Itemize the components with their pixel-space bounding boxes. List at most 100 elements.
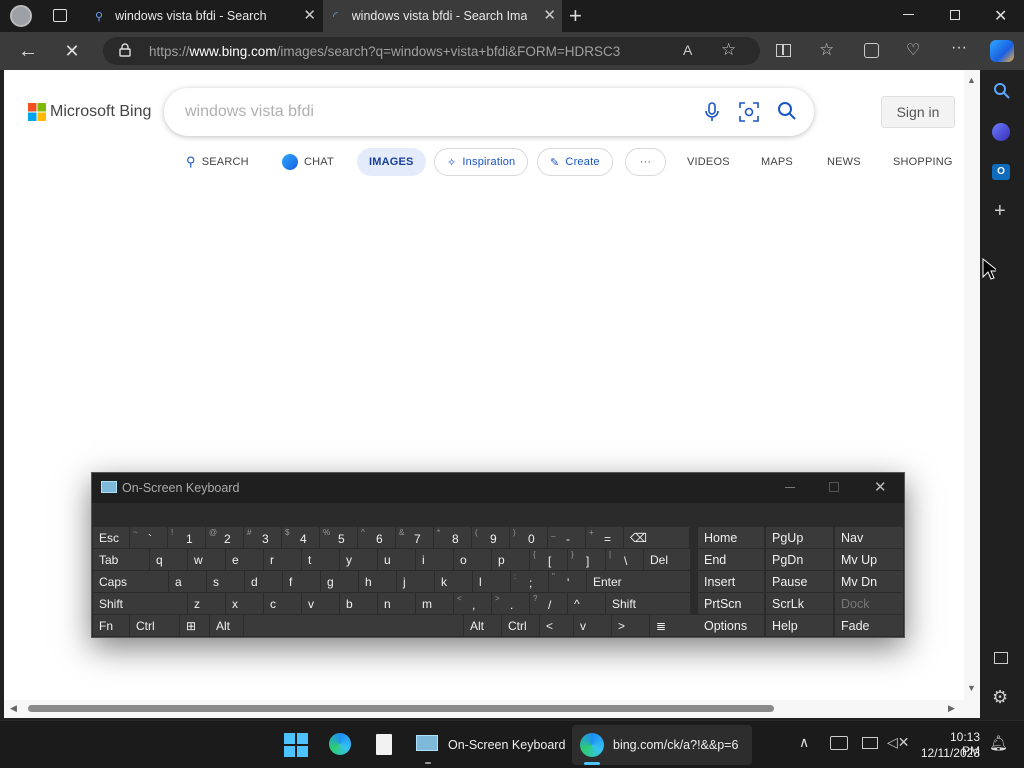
browser-essentials-icon[interactable]: ♡ bbox=[906, 40, 920, 60]
osk-key[interactable]: ^ bbox=[568, 593, 605, 614]
windows-start-icon[interactable] bbox=[284, 733, 308, 762]
osk-key[interactable]: Enter bbox=[587, 571, 690, 592]
osk-key[interactable]: ) 0 bbox=[510, 527, 547, 548]
tab-images[interactable]: ◜ windows vista bfdi - Search Imag ✕ bbox=[323, 0, 562, 32]
osk-key[interactable]: ~ ` bbox=[130, 527, 167, 548]
more-button[interactable]: ··· bbox=[625, 148, 666, 176]
osk-key[interactable]: $4 bbox=[282, 527, 319, 548]
tab-search[interactable]: ⚲ windows vista bfdi - Search ✕ bbox=[85, 0, 322, 32]
osk-key[interactable]: " ' bbox=[549, 571, 586, 592]
osk-close-icon[interactable]: ✕ bbox=[874, 478, 887, 496]
osk-key[interactable]: m bbox=[416, 593, 453, 614]
search-input[interactable]: windows vista bfdi bbox=[185, 103, 314, 121]
tab-videos[interactable]: VIDEOS bbox=[687, 148, 730, 176]
scroll-up-icon[interactable]: ▲ bbox=[967, 75, 976, 85]
osk-title-bar[interactable]: On-Screen Keyboard ✕ bbox=[92, 473, 904, 503]
osk-key[interactable]: Esc bbox=[93, 527, 129, 548]
osk-nav-key[interactable]: PrtScn bbox=[698, 593, 764, 614]
osk-key[interactable]: ⊞ bbox=[180, 615, 209, 636]
microphone-icon[interactable] bbox=[705, 102, 719, 127]
tab-images[interactable]: IMAGES bbox=[357, 148, 426, 176]
osk-key[interactable]: x bbox=[226, 593, 263, 614]
osk-key[interactable]: o bbox=[454, 549, 491, 570]
split-screen-icon[interactable] bbox=[776, 44, 791, 57]
scroll-down-icon[interactable]: ▼ bbox=[967, 683, 976, 693]
search-icon[interactable] bbox=[993, 82, 1011, 105]
osk-nav-key[interactable]: End bbox=[698, 549, 764, 570]
tab-shopping[interactable]: SHOPPING bbox=[893, 148, 953, 176]
osk-key[interactable]: t bbox=[302, 549, 339, 570]
osk-key[interactable]: ? / bbox=[530, 593, 567, 614]
sign-in-button[interactable]: Sign in bbox=[881, 96, 955, 128]
osk-nav-key[interactable]: ScrLk bbox=[766, 593, 833, 614]
horizontal-scrollbar[interactable]: ◀ ▶ bbox=[4, 700, 964, 718]
tab-chat[interactable]: CHAT bbox=[282, 148, 334, 176]
more-options-icon[interactable]: ··· bbox=[951, 39, 967, 57]
collections-icon[interactable] bbox=[864, 43, 879, 58]
osk-key[interactable]: p bbox=[492, 549, 529, 570]
show-hidden-icons-icon[interactable]: ∧ bbox=[799, 734, 809, 751]
outlook-icon[interactable]: O bbox=[992, 164, 1010, 180]
display-icon[interactable] bbox=[862, 737, 878, 749]
clock-date[interactable]: 12/11/2023 bbox=[918, 746, 980, 760]
osk-key[interactable] bbox=[244, 615, 463, 636]
osk-minimize-icon[interactable] bbox=[785, 487, 795, 488]
tab-actions-icon[interactable] bbox=[53, 9, 67, 22]
osk-key[interactable]: > bbox=[612, 615, 649, 636]
osk-key[interactable]: }] bbox=[568, 549, 605, 570]
osk-key[interactable]: (9 bbox=[472, 527, 509, 548]
osk-nav-key[interactable]: Pause bbox=[766, 571, 833, 592]
osk-key[interactable]: Fn bbox=[93, 615, 129, 636]
osk-key[interactable]: g bbox=[321, 571, 358, 592]
edge-preview-icon[interactable] bbox=[329, 733, 351, 755]
favorite-star-icon[interactable]: ☆ bbox=[721, 40, 736, 60]
osk-nav-key[interactable]: PgDn bbox=[766, 549, 833, 570]
tab-search[interactable]: ⚲ SEARCH bbox=[186, 148, 249, 176]
osk-key[interactable]: c bbox=[264, 593, 301, 614]
close-tab-icon[interactable]: ✕ bbox=[303, 8, 316, 23]
favorites-icon[interactable]: ☆ bbox=[819, 40, 834, 60]
osk-key[interactable]: Alt bbox=[210, 615, 243, 636]
restore-icon[interactable] bbox=[950, 10, 960, 20]
osk-key[interactable]: #3 bbox=[244, 527, 281, 548]
osk-key[interactable]: Alt bbox=[464, 615, 501, 636]
osk-key[interactable]: ⌫ bbox=[624, 527, 689, 548]
osk-key[interactable]: v bbox=[302, 593, 339, 614]
osk-key[interactable]: % 5 bbox=[320, 527, 357, 548]
add-icon[interactable]: + bbox=[994, 200, 1006, 223]
osk-key[interactable]: z bbox=[188, 593, 225, 614]
osk-key[interactable]: & 7 bbox=[396, 527, 433, 548]
osk-key[interactable]: + = bbox=[586, 527, 623, 548]
osk-key[interactable]: a bbox=[169, 571, 206, 592]
taskbar-osk-button[interactable]: On-Screen Keyboard bbox=[410, 725, 568, 765]
osk-key[interactable]: s bbox=[207, 571, 244, 592]
osk-key[interactable]: e bbox=[226, 549, 263, 570]
osk-key[interactable]: h bbox=[359, 571, 396, 592]
osk-key[interactable]: * 8 bbox=[434, 527, 471, 548]
osk-key[interactable]: < bbox=[540, 615, 573, 636]
search-icon[interactable] bbox=[777, 101, 797, 126]
osk-key[interactable]: f bbox=[283, 571, 320, 592]
osk-key[interactable]: ! 1 bbox=[168, 527, 205, 548]
scroll-thumb[interactable] bbox=[28, 705, 774, 712]
osk-key[interactable]: r bbox=[264, 549, 301, 570]
osk-key[interactable]: v bbox=[574, 615, 611, 636]
notifications-bell-icon[interactable]: 🔔︎ bbox=[989, 734, 1008, 752]
osk-nav-key[interactable]: Fade bbox=[835, 615, 903, 636]
address-bar[interactable]: https://www.bing.com/images/search?q=win… bbox=[103, 37, 760, 65]
osk-key[interactable]: @2 bbox=[206, 527, 243, 548]
scroll-right-icon[interactable]: ▶ bbox=[948, 703, 955, 714]
osk-nav-key[interactable]: Help bbox=[766, 615, 833, 636]
network-off-icon[interactable] bbox=[830, 736, 848, 750]
osk-key[interactable]: _ - bbox=[548, 527, 585, 548]
create-button[interactable]: ✎ Create bbox=[537, 148, 613, 176]
back-icon[interactable]: ← bbox=[14, 37, 42, 65]
osk-nav-key[interactable]: Insert bbox=[698, 571, 764, 592]
osk-key[interactable]: | \ bbox=[606, 549, 643, 570]
inspiration-button[interactable]: ✧ Inspiration bbox=[434, 148, 529, 176]
osk-key[interactable]: Ctrl bbox=[502, 615, 539, 636]
osk-nav-key[interactable]: Home bbox=[698, 527, 764, 548]
file-icon[interactable] bbox=[376, 734, 392, 755]
profile-avatar[interactable] bbox=[10, 5, 32, 27]
osk-key[interactable]: Ctrl bbox=[130, 615, 179, 636]
